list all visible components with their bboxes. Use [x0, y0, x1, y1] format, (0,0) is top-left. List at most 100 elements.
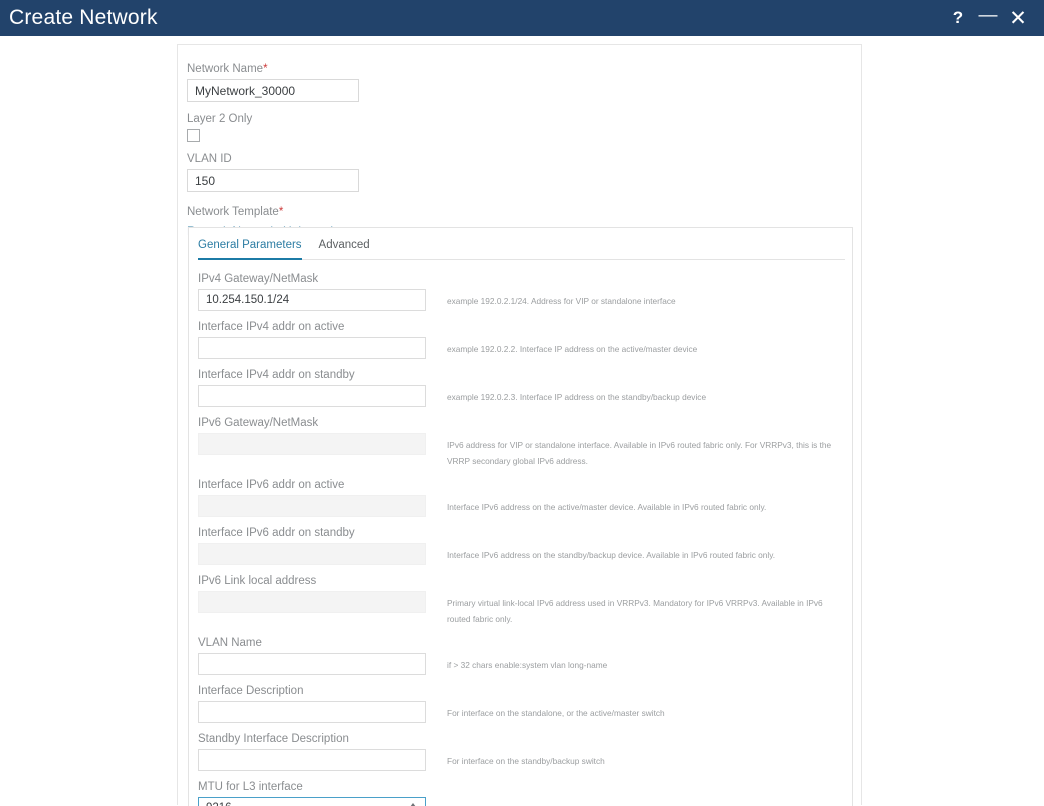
top-form-section: Network Name* MyNetwork_30000 Layer 2 On…: [178, 45, 861, 240]
field-hint: IPv6 address for VIP or standalone inter…: [447, 440, 832, 466]
field-hint: Interface IPv6 address on the active/mas…: [447, 502, 767, 512]
layer2-only-checkbox[interactable]: [187, 129, 200, 142]
row-spacer: [198, 407, 852, 416]
minimize-icon[interactable]: —: [973, 1, 1003, 31]
field-input: [198, 495, 426, 517]
field-input[interactable]: [198, 701, 426, 723]
network-name-label: Network Name*: [187, 62, 861, 76]
tab-general-parameters[interactable]: General Parameters: [198, 237, 302, 260]
row-spacer: [198, 311, 852, 320]
network-template-required-marker: *: [278, 206, 284, 218]
row-spacer: [198, 723, 852, 732]
form-field-hint-wrap: For interface on the standalone, or the …: [436, 684, 852, 722]
field-label: Interface IPv6 addr on standby: [198, 527, 355, 539]
close-icon[interactable]: ✕: [1003, 3, 1033, 33]
form-field-row: IPv6 Link local address Primary virtual l…: [198, 574, 852, 627]
form-field-control: IPv6 Gateway/NetMask: [198, 416, 436, 455]
network-name-label-text: Network Name: [187, 63, 264, 75]
form-field-row: MTU for L3 interface 9216 68-9216: [198, 780, 852, 806]
tab-advanced[interactable]: Advanced: [319, 237, 370, 259]
network-name-required-marker: *: [263, 63, 268, 75]
field-label: IPv6 Link local address: [198, 575, 317, 587]
form-field-row: Interface IPv6 addr on standby Interface …: [198, 526, 852, 565]
vlan-id-label: VLAN ID: [187, 153, 232, 165]
field-input: [198, 591, 426, 613]
field-hint: 68-9216: [447, 802, 847, 806]
field-hint: example 192.0.2.3. Interface IP address …: [447, 392, 707, 402]
form-field-hint-wrap: example 192.0.2.3. Interface IP address …: [436, 368, 852, 406]
form-field-hint-wrap: For interface on the standby/backup swit…: [436, 732, 852, 770]
field-input-value: 9216: [206, 802, 232, 806]
form-field-hint-wrap: example 192.0.2.2. Interface IP address …: [436, 320, 852, 358]
field-hint: example 192.0.2.2. Interface IP address …: [447, 344, 698, 354]
form-field-row: Interface IPv4 addr on active example 192…: [198, 320, 852, 359]
field-label: Interface IPv4 addr on standby: [198, 369, 355, 381]
help-icon[interactable]: ?: [943, 3, 973, 33]
row-spacer: [198, 469, 852, 478]
field-label: Standby Interface Description: [198, 733, 349, 745]
field-hint: Primary virtual link-local IPv6 address …: [447, 598, 823, 624]
form-field-control: Interface IPv6 addr on standby: [198, 526, 436, 565]
row-spacer: [198, 771, 852, 780]
field-input[interactable]: 10.254.150.1/24: [198, 289, 426, 311]
field-input: [198, 433, 426, 455]
row-spacer: [198, 517, 852, 526]
form-field-row: Interface Description For interface on th…: [198, 684, 852, 723]
field-label: Interface IPv4 addr on active: [198, 321, 345, 333]
form-field-hint-wrap: 68-9216: [436, 780, 852, 806]
form-field-control: Interface IPv6 addr on active: [198, 478, 436, 517]
field-input[interactable]: [198, 749, 426, 771]
form-field-row: IPv4 Gateway/NetMask 10.254.150.1/24 examp…: [198, 272, 852, 311]
form-field-hint-wrap: Interface IPv6 address on the active/mas…: [436, 478, 852, 516]
layer2-only-label: Layer 2 Only: [187, 113, 253, 125]
form-field-control: VLAN Name: [198, 636, 436, 675]
field-input[interactable]: [198, 337, 426, 359]
form-field-control: Interface Description: [198, 684, 436, 723]
create-network-form-panel: Network Name* MyNetwork_30000 Layer 2 On…: [177, 44, 862, 806]
row-spacer: [198, 675, 852, 684]
form-field-control: Standby Interface Description: [198, 732, 436, 771]
field-label: VLAN Name: [198, 637, 262, 649]
network-template-label: Network Template*: [187, 205, 861, 219]
field-label: MTU for L3 interface: [198, 781, 303, 793]
field-hint: For interface on the standalone, or the …: [447, 708, 665, 718]
form-field-hint-wrap: if > 32 chars enable:system vlan long-na…: [436, 636, 852, 674]
row-spacer: [198, 627, 852, 636]
form-field-hint-wrap: IPv6 address for VIP or standalone inter…: [436, 416, 852, 469]
tab-bar: General Parameters Advanced: [198, 237, 845, 260]
field-label: Interface IPv6 addr on active: [198, 479, 345, 491]
form-field-control: Interface IPv4 addr on active: [198, 320, 436, 359]
row-spacer: [198, 359, 852, 368]
field-hint: example 192.0.2.1/24. Address for VIP or…: [447, 296, 676, 306]
window-titlebar: Create Network ? — ✕: [0, 0, 1044, 36]
form-field-control: IPv4 Gateway/NetMask 10.254.150.1/24: [198, 272, 436, 311]
parameters-card: General Parameters Advanced IPv4 Gateway…: [188, 227, 853, 806]
vlan-id-input[interactable]: 150: [187, 169, 359, 192]
field-label: Interface Description: [198, 685, 304, 697]
form-field-control: Interface IPv4 addr on standby: [198, 368, 436, 407]
field-hint: if > 32 chars enable:system vlan long-na…: [447, 660, 608, 670]
row-spacer: [198, 565, 852, 574]
field-input[interactable]: [198, 653, 426, 675]
form-field-row: IPv6 Gateway/NetMask IPv6 address for VIP…: [198, 416, 852, 469]
field-label: IPv4 Gateway/NetMask: [198, 273, 319, 285]
form-field-control: IPv6 Link local address: [198, 574, 436, 613]
window-controls: ? — ✕: [943, 3, 1033, 33]
form-field-hint-wrap: example 192.0.2.1/24. Address for VIP or…: [436, 272, 852, 310]
field-list: IPv4 Gateway/NetMask 10.254.150.1/24 examp…: [189, 260, 852, 806]
form-field-hint-wrap: Interface IPv6 address on the standby/ba…: [436, 526, 852, 564]
window-title: Create Network: [9, 6, 158, 29]
form-field-control: MTU for L3 interface 9216: [198, 780, 436, 806]
field-hint: Interface IPv6 address on the standby/ba…: [447, 550, 776, 560]
field-label: IPv6 Gateway/NetMask: [198, 417, 319, 429]
form-field-row: Standby Interface Description For interfa…: [198, 732, 852, 771]
network-template-label-text: Network Template: [187, 206, 279, 218]
form-field-row: VLAN Name if > 32 chars enable:system vla…: [198, 636, 852, 675]
form-field-row: Interface IPv4 addr on standby example 19…: [198, 368, 852, 407]
network-name-input[interactable]: MyNetwork_30000: [187, 79, 359, 102]
field-input[interactable]: [198, 385, 426, 407]
form-field-hint-wrap: Primary virtual link-local IPv6 address …: [436, 574, 852, 627]
dialog-body: Network Name* MyNetwork_30000 Layer 2 On…: [0, 36, 1044, 806]
form-field-row: Interface IPv6 addr on active Interface I…: [198, 478, 852, 517]
field-hint: For interface on the standby/backup swit…: [447, 756, 605, 766]
